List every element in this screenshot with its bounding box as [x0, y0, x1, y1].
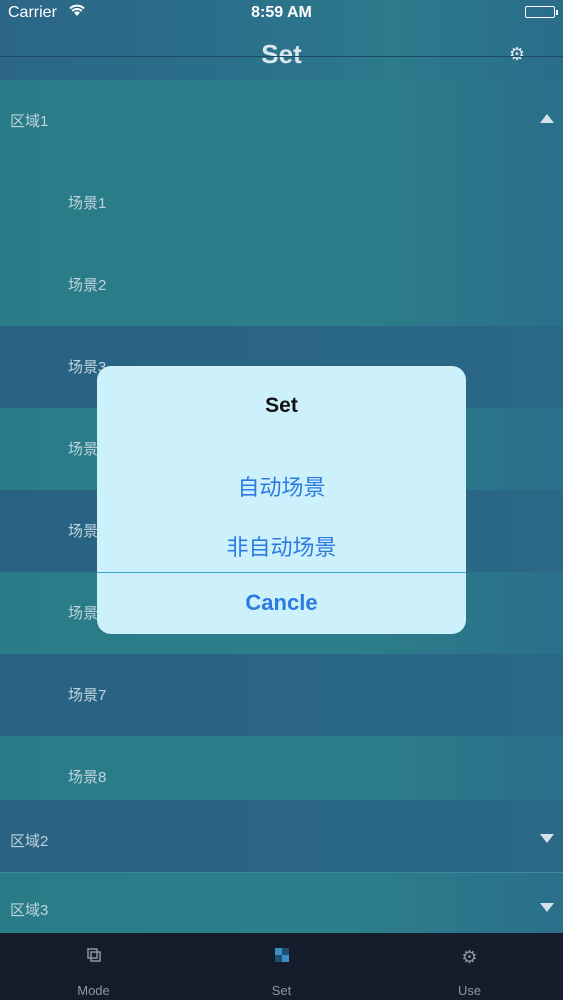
set-alert-dialog: Set 自动场景 非自动场景 Cancle: [97, 366, 466, 634]
alert-title: Set: [265, 394, 298, 417]
cancel-button[interactable]: Cancle: [97, 590, 466, 616]
auto-scene-option[interactable]: 自动场景: [97, 470, 466, 502]
screen: Carrier 8:59 AM Set ⚙ 区域1 场景1 场景2 场景3 场景…: [0, 0, 563, 1000]
alert-divider: [97, 572, 466, 573]
non-auto-scene-option[interactable]: 非自动场景: [97, 530, 466, 562]
